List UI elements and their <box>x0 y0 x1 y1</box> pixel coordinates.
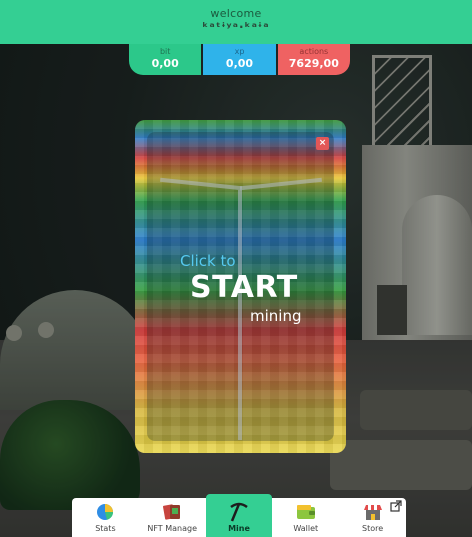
top-header: welcome ᵏᵃᵗᶤʸᵃ·ᵏᵃᶤᵃ <box>0 0 472 44</box>
stat-label: actions <box>299 47 329 56</box>
start-mining-line-2[interactable]: START <box>190 270 298 305</box>
bottom-navigation: Stats NFT Manage Mine Wallet Store <box>72 494 406 537</box>
start-mining-line-1: Click to <box>180 252 236 270</box>
stat-label: bit <box>159 47 171 56</box>
chest-edge <box>160 177 242 191</box>
nav-item-stats[interactable]: Stats <box>72 498 139 537</box>
nav-item-store[interactable]: Store <box>339 498 406 537</box>
wallet-icon <box>295 502 317 522</box>
stat-value: 0,00 <box>151 57 179 70</box>
pie-chart-icon <box>94 502 116 522</box>
close-button[interactable]: × <box>316 137 329 150</box>
stat-value: 0,00 <box>225 57 254 70</box>
username: ᵏᵃᵗᶤʸᵃ·ᵏᵃᶤᵃ <box>202 20 270 34</box>
nav-label: Mine <box>228 524 250 533</box>
nav-label: Wallet <box>293 524 319 533</box>
stat-bit: bit 0,00 <box>129 44 202 75</box>
welcome-text: welcome <box>210 7 262 20</box>
nav-label: Store <box>362 524 384 533</box>
stat-actions: actions 7629,00 <box>277 44 350 75</box>
nav-item-nft-manage[interactable]: NFT Manage <box>139 498 206 537</box>
chest-edge <box>240 177 322 191</box>
stat-xp: xp 0,00 <box>203 44 276 75</box>
nav-label: NFT Manage <box>147 524 198 533</box>
chest-divider <box>238 190 242 440</box>
stats-bar: bit 0,00 xp 0,00 actions 7629,00 <box>129 44 350 75</box>
store-icon <box>362 502 384 522</box>
nav-item-mine[interactable]: Mine <box>205 494 273 537</box>
stat-value: 7629,00 <box>288 57 339 70</box>
external-link-icon[interactable] <box>390 500 402 512</box>
stat-label: xp <box>234 47 245 56</box>
cards-icon <box>161 502 183 522</box>
pickaxe-icon <box>228 502 250 522</box>
nav-item-wallet[interactable]: Wallet <box>272 498 339 537</box>
nav-label: Stats <box>95 524 116 533</box>
start-mining-line-3: mining <box>250 307 302 325</box>
